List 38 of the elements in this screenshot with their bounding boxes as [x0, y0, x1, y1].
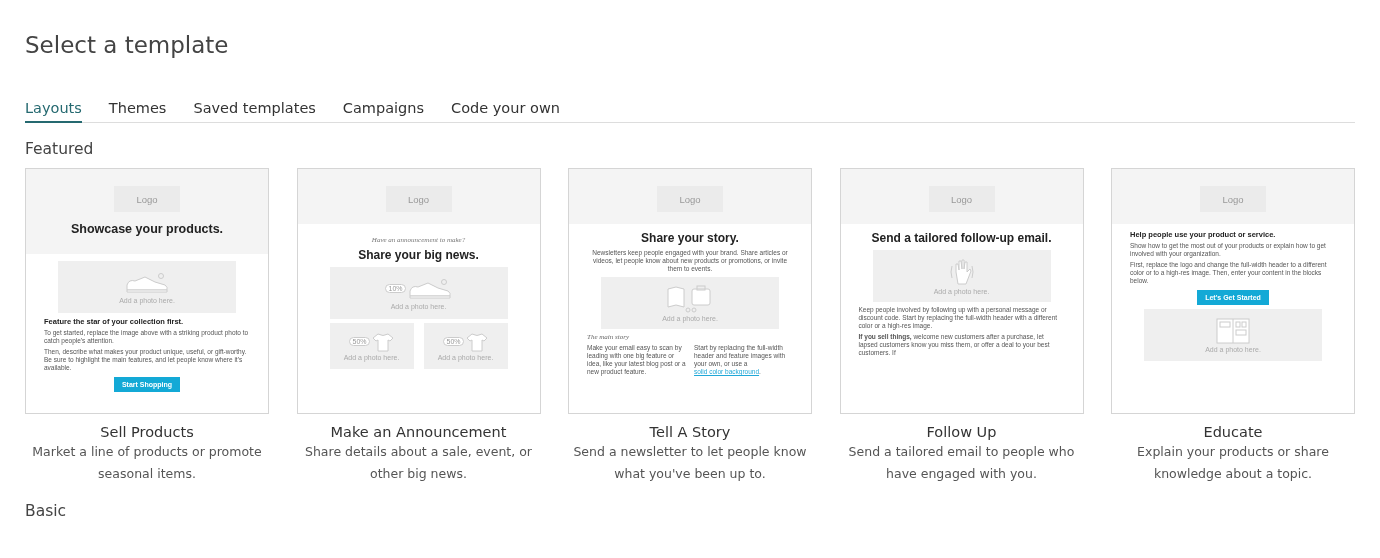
template-title: Follow Up	[926, 424, 997, 440]
preview-heading: Send a tailored follow-up email.	[870, 230, 1053, 247]
shoe-icon	[125, 270, 169, 295]
raised-hand-icon	[947, 257, 976, 286]
template-description: Send a newsletter to let people know what you've been up to.	[572, 443, 808, 483]
section-heading: Featured	[25, 140, 95, 158]
template-description: Market a line of products or promote seasonal items.	[31, 443, 263, 483]
template-preview[interactable]	[568, 168, 812, 414]
tab[interactable]: Campaigns	[342, 96, 425, 123]
page-title: Select a template	[25, 31, 230, 60]
shirt-icon	[465, 331, 488, 352]
logo-placeholder: Logo	[114, 186, 180, 212]
section-heading: Basic	[25, 502, 68, 520]
template-description: Send a tailored email to people who have engaged with you.	[847, 443, 1076, 483]
tab[interactable]: Themes	[108, 96, 167, 123]
template-title: Educate	[1203, 424, 1263, 440]
logo-placeholder: Logo	[657, 186, 723, 212]
template-title: Make an Announcement	[330, 424, 507, 440]
template-description: Share details about a sale, event, or other big news.	[304, 443, 533, 483]
shoe-icon	[407, 276, 452, 301]
layout-icon	[1216, 317, 1250, 344]
tab[interactable]: Saved templates	[193, 96, 316, 123]
template-preview[interactable]	[1111, 168, 1355, 414]
map-and-suitcase-icon	[666, 284, 714, 313]
preview-heading: Showcase your products.	[70, 222, 224, 236]
preview-heading: Share your big news.	[357, 247, 480, 264]
logo-placeholder: Logo	[385, 186, 452, 212]
template-title: Tell A Story	[649, 424, 731, 440]
template-preview[interactable]	[25, 168, 269, 414]
tab[interactable]: Layouts	[25, 96, 82, 123]
template-preview[interactable]	[839, 168, 1084, 414]
shirt-icon	[371, 331, 394, 352]
template-description: Explain your products or share knowledge about a topic.	[1136, 443, 1330, 483]
logo-placeholder: Logo	[928, 186, 995, 212]
preview-heading: Share your story.	[640, 230, 740, 247]
tab[interactable]: Code your own	[451, 96, 560, 123]
template-title: Sell Products	[100, 424, 194, 440]
logo-placeholder: Logo	[1200, 186, 1266, 212]
